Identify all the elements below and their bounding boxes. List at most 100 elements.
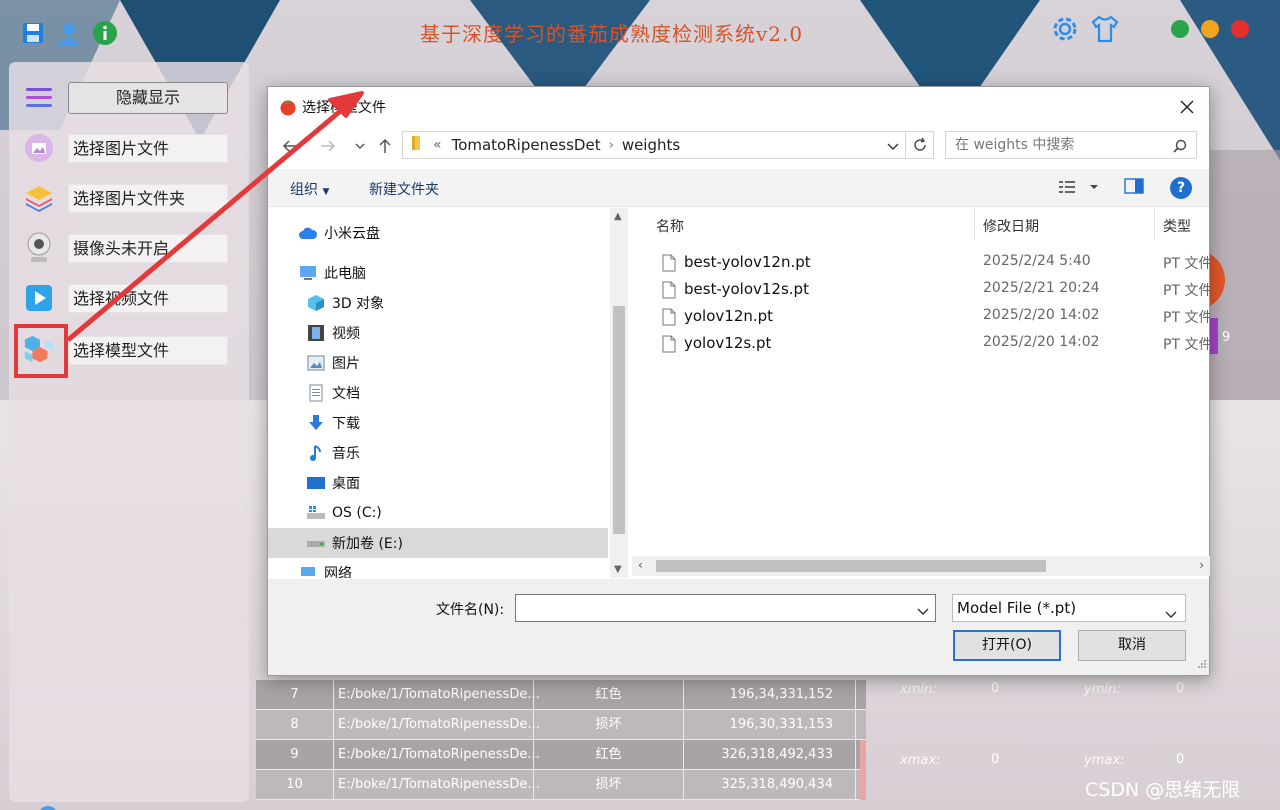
file-row[interactable]: best-yolov12n.pt 2025/2/24 5:40 PT 文件 bbox=[632, 249, 1210, 276]
table-row[interactable]: 7 E:/boke/1/TomatoRipenessDe... 红色 196,3… bbox=[256, 680, 866, 710]
dialog-title: 选择模型文件 bbox=[302, 100, 386, 116]
filename-chevron-down-icon[interactable] bbox=[917, 601, 929, 620]
file-row[interactable]: best-yolov12s.pt 2025/2/21 20:24 PT 文件 bbox=[632, 276, 1210, 303]
tree-scrollbar[interactable]: ▲ ▼ bbox=[610, 208, 628, 578]
sidebar-item-image-file[interactable]: 选择图片文件 bbox=[23, 130, 243, 166]
file-icon bbox=[662, 281, 676, 303]
row-id: 9 bbox=[256, 740, 334, 769]
sidebar-item-image-folder[interactable]: 选择图片文件夹 bbox=[23, 180, 243, 216]
layers-folder-icon bbox=[23, 182, 55, 214]
open-button[interactable]: 打开(O) bbox=[953, 630, 1061, 661]
ymax-label: ymax: bbox=[1084, 753, 1125, 768]
file-icon bbox=[662, 254, 676, 276]
table-row[interactable]: 9 E:/boke/1/TomatoRipenessDe... 红色 326,3… bbox=[256, 740, 866, 770]
tree-item-drive-c[interactable]: OS (C:) bbox=[268, 498, 608, 528]
info-icon[interactable] bbox=[92, 20, 118, 46]
tree-item-documents[interactable]: 文档 bbox=[268, 378, 608, 408]
filetype-value: Model File (*.pt) bbox=[957, 599, 1077, 617]
maximize-dot[interactable] bbox=[1171, 20, 1189, 38]
tree-item-desktop[interactable]: 桌面 bbox=[268, 468, 608, 498]
breadcrumb-chevron-icon: › bbox=[608, 137, 614, 153]
file-row[interactable]: yolov12n.pt 2025/2/20 14:02 PT 文件 bbox=[632, 303, 1210, 330]
toggle-display-button[interactable]: 隐藏显示 bbox=[68, 82, 228, 114]
ymin-label: ymin: bbox=[1084, 682, 1121, 697]
resize-grip-icon[interactable] bbox=[1197, 654, 1207, 673]
tree-item-3d-objects[interactable]: 3D 对象 bbox=[268, 288, 608, 318]
close-dot[interactable] bbox=[1231, 20, 1249, 38]
help-icon[interactable]: ? bbox=[1170, 177, 1192, 199]
breadcrumb-prefix[interactable]: « bbox=[433, 137, 442, 153]
scroll-down-icon[interactable]: ▼ bbox=[614, 564, 622, 575]
table-row[interactable]: 10 E:/boke/1/TomatoRipenessDe... 损坏 325,… bbox=[256, 770, 866, 800]
forward-arrow-icon[interactable] bbox=[318, 135, 338, 157]
row-path: E:/boke/1/TomatoRipenessDe... bbox=[334, 770, 540, 799]
file-type: PT 文件 bbox=[1163, 337, 1210, 353]
account-user-icon[interactable] bbox=[29, 804, 67, 810]
column-type[interactable]: 类型 bbox=[1163, 216, 1191, 236]
settings-gear-icon[interactable] bbox=[1050, 14, 1080, 44]
desktop-icon bbox=[306, 474, 326, 492]
network-icon bbox=[298, 564, 318, 578]
cancel-button[interactable]: 取消 bbox=[1078, 630, 1186, 661]
watermark: CSDN @思绪无限 bbox=[1085, 779, 1241, 801]
tree-item-downloads[interactable]: 下载 bbox=[268, 408, 608, 438]
sidebar-item-video-file[interactable]: 选择视频文件 bbox=[23, 280, 243, 316]
tree-scroll-thumb[interactable] bbox=[613, 306, 625, 534]
sidebar-item-label: 选择图片文件夹 bbox=[68, 183, 228, 213]
file-date: 2025/2/21 20:24 bbox=[983, 280, 1100, 296]
filetype-select[interactable]: Model File (*.pt) bbox=[952, 594, 1186, 622]
organize-chevron-down-icon: ▼ bbox=[322, 187, 330, 197]
column-date[interactable]: 修改日期 bbox=[983, 216, 1039, 236]
scroll-up-icon[interactable]: ▲ bbox=[614, 211, 622, 222]
file-name: yolov12s.pt bbox=[684, 334, 772, 352]
address-chevron-down-icon[interactable] bbox=[887, 137, 899, 155]
breadcrumb-tomatoripenessdet[interactable]: TomatoRipenessDet bbox=[452, 136, 601, 154]
user-icon[interactable] bbox=[56, 20, 82, 46]
tree-item-pictures[interactable]: 图片 bbox=[268, 348, 608, 378]
search-icon[interactable] bbox=[1173, 138, 1187, 157]
refresh-icon[interactable] bbox=[905, 132, 933, 158]
navigation-row: « TomatoRipenessDet › weights 在 weights … bbox=[268, 131, 1209, 161]
tree-item-network[interactable]: 网络 bbox=[268, 558, 608, 578]
menu-icon[interactable] bbox=[23, 82, 55, 114]
new-folder-button[interactable]: 新建文件夹 bbox=[369, 179, 439, 199]
view-options-icon[interactable] bbox=[1058, 177, 1104, 201]
address-bar[interactable]: « TomatoRipenessDet › weights bbox=[402, 131, 934, 159]
file-scroll-thumb[interactable] bbox=[656, 560, 1046, 572]
file-list-scrollbar[interactable]: ‹ › bbox=[632, 556, 1210, 576]
filetype-chevron-down-icon[interactable] bbox=[1165, 601, 1177, 627]
dialog-title-bar[interactable]: 选择模型文件 bbox=[268, 87, 1209, 127]
side-digit: 9 bbox=[1222, 330, 1231, 345]
file-type: PT 文件 bbox=[1163, 256, 1210, 272]
save-icon[interactable] bbox=[20, 20, 46, 46]
open-file-dialog: 选择模型文件 « TomatoRipenessDet › weights 在 w… bbox=[267, 86, 1210, 676]
file-row[interactable]: yolov12s.pt 2025/2/20 14:02 PT 文件 bbox=[632, 330, 1210, 357]
column-name[interactable]: 名称 bbox=[656, 216, 684, 236]
tree-item-xiaomi-cloud[interactable]: 小米云盘 bbox=[268, 218, 608, 248]
sidebar-item-camera[interactable]: 摄像头未开启 bbox=[23, 230, 243, 266]
sort-chevron-up-icon: ^ bbox=[808, 208, 817, 215]
preview-pane-icon[interactable] bbox=[1124, 177, 1144, 199]
app-title: 基于深度学习的番茄成熟度检测系统v2.0 bbox=[420, 22, 804, 46]
tree-item-drive-e[interactable]: 新加卷 (E:) bbox=[268, 528, 608, 558]
search-input[interactable]: 在 weights 中搜索 bbox=[945, 131, 1197, 159]
recent-chevron-down-icon[interactable] bbox=[350, 135, 370, 157]
tree-item-this-pc[interactable]: 此电脑 bbox=[268, 258, 608, 288]
row-box: 326,318,492,433 bbox=[684, 740, 856, 769]
dialog-close-button[interactable] bbox=[1175, 95, 1199, 119]
tree-item-music[interactable]: 音乐 bbox=[268, 438, 608, 468]
filename-input[interactable] bbox=[515, 594, 936, 622]
table-row[interactable]: 8 E:/boke/1/TomatoRipenessDe... 损坏 196,3… bbox=[256, 710, 866, 740]
row-class: 红色 bbox=[534, 740, 684, 769]
navigation-tree: 小米云盘 此电脑 3D 对象 视频 图片 文档 下载 音乐 桌面 OS (C:)… bbox=[268, 208, 610, 578]
file-name: yolov12n.pt bbox=[684, 307, 774, 325]
breadcrumb-weights[interactable]: weights bbox=[622, 136, 680, 154]
up-arrow-icon[interactable] bbox=[375, 135, 395, 157]
minimize-dot[interactable] bbox=[1201, 20, 1219, 38]
theme-shirt-icon[interactable] bbox=[1090, 14, 1120, 44]
back-arrow-icon[interactable] bbox=[280, 135, 300, 157]
tree-item-videos[interactable]: 视频 bbox=[268, 318, 608, 348]
scroll-left-icon[interactable]: ‹ bbox=[638, 558, 643, 572]
organize-menu[interactable]: 组织 ▼ bbox=[290, 179, 329, 199]
scroll-right-icon[interactable]: › bbox=[1199, 558, 1204, 572]
